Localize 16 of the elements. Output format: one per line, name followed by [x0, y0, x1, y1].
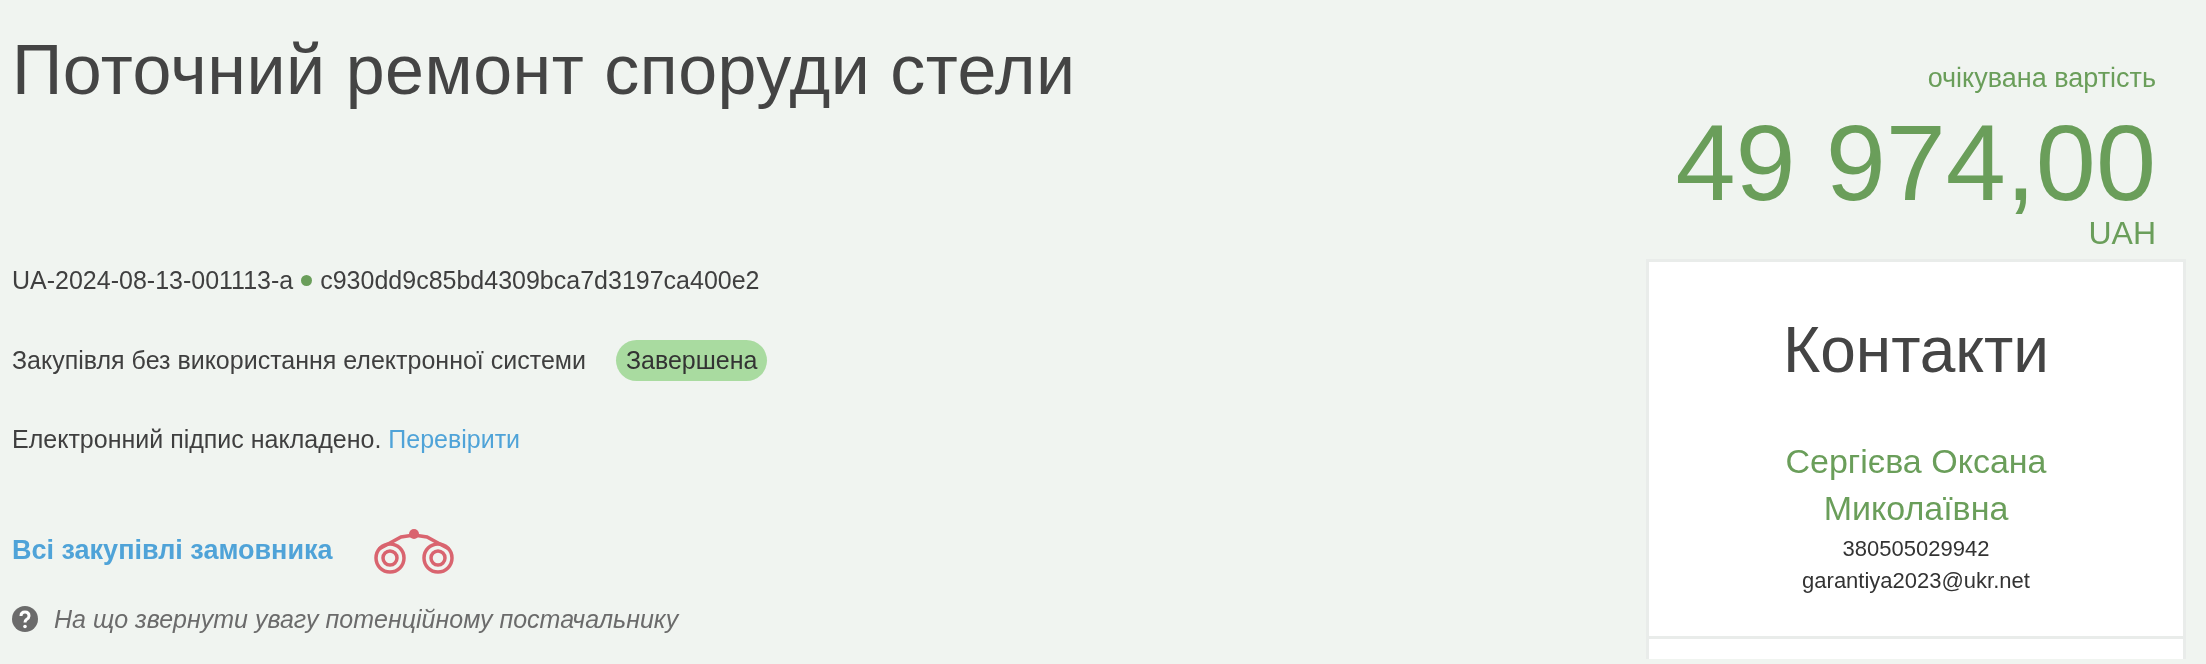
- verify-link[interactable]: Перевірити: [388, 425, 521, 453]
- tender-id: UA-2024-08-13-001113-a: [12, 265, 294, 296]
- procurement-type: Закупівля без використання електронної системи: [12, 344, 586, 376]
- tender-hash: c930dd9c85bd4309bca7d3197ca400e2: [320, 265, 760, 296]
- contacts-title: Контакти: [1781, 312, 2051, 388]
- status-badge: Завершена: [615, 339, 768, 381]
- signature-text: Електронний підпис накладено.: [12, 425, 382, 453]
- supplier-hint-text: На що звернути увагу потенційному постачальнику: [54, 603, 679, 635]
- buyer-tenders-link[interactable]: Всі закупівлі замовника: [12, 530, 333, 571]
- help-icon: [12, 606, 38, 633]
- page-title: Поточний ремонт споруди стели: [12, 30, 1077, 111]
- expected-value-label: очікувана вартість: [1926, 62, 2157, 95]
- separator-dot: [301, 275, 313, 287]
- contact-phone: 380505029942: [1841, 534, 1991, 563]
- contact-email: garantiya2023@ukr.net: [1801, 566, 2031, 595]
- contact-name: Сергієва Оксана Миколаївна: [1784, 440, 2048, 530]
